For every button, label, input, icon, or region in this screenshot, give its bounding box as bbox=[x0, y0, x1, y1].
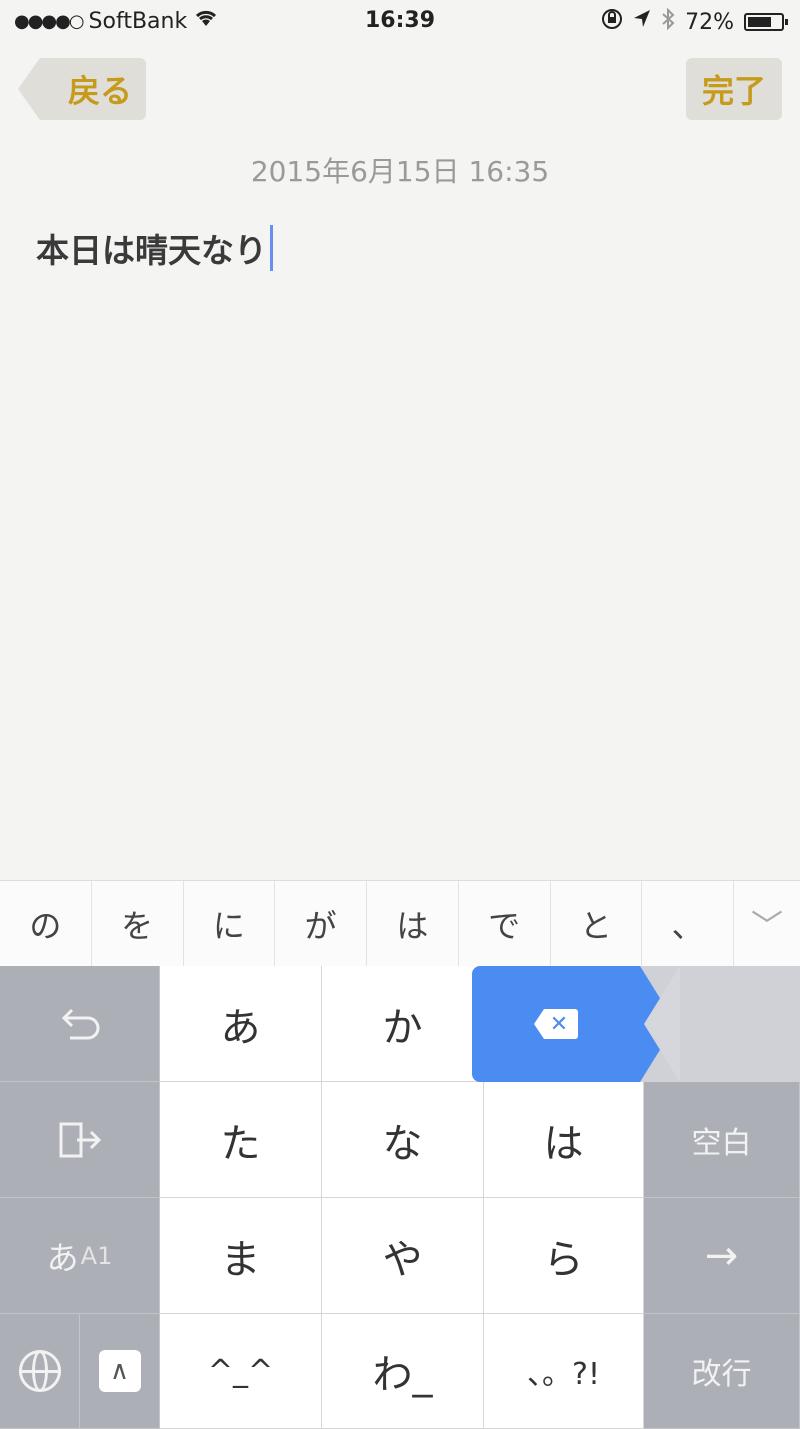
candidate-item[interactable]: で bbox=[459, 881, 551, 967]
delete-flick-indicator bbox=[640, 966, 800, 1082]
battery-fill bbox=[748, 17, 772, 27]
candidate-item[interactable]: は bbox=[367, 881, 459, 967]
candidate-item[interactable]: が bbox=[275, 881, 367, 967]
key-a[interactable]: あ bbox=[160, 966, 322, 1082]
key-kaomoji[interactable]: ^_^ bbox=[160, 1314, 322, 1429]
mode-main-label: あ bbox=[46, 1238, 79, 1277]
key-ra[interactable]: ら bbox=[484, 1198, 644, 1314]
delete-key[interactable]: ✕ bbox=[472, 966, 640, 1082]
delete-icon: ✕ bbox=[534, 1009, 578, 1039]
key-ma[interactable]: ま bbox=[160, 1198, 322, 1314]
key-wa[interactable]: わ_ bbox=[322, 1314, 484, 1429]
rotation-lock-icon bbox=[601, 8, 623, 36]
text-caret bbox=[270, 225, 273, 271]
key-na[interactable]: な bbox=[322, 1082, 484, 1198]
expand-candidates-chevron-icon[interactable]: ﹀ bbox=[734, 881, 800, 967]
exit-arrow-icon bbox=[59, 1122, 101, 1157]
undo-key[interactable] bbox=[0, 966, 160, 1082]
location-icon bbox=[633, 9, 651, 35]
bluetooth-icon bbox=[661, 7, 675, 36]
candidate-item[interactable]: の bbox=[0, 881, 92, 967]
return-key[interactable]: 改行 bbox=[644, 1314, 800, 1429]
globe-icon bbox=[18, 1350, 61, 1392]
cursor-right-key[interactable]: → bbox=[644, 1198, 800, 1314]
done-button[interactable]: 完了 bbox=[686, 58, 782, 120]
candidate-bar: の を に が は で と 、 ﹀ bbox=[0, 880, 800, 967]
kana-keyboard: あ A1 ∧ あ か ✕ た な は 空白 ま や ら → ^_^ わ_ 、。?… bbox=[0, 966, 800, 1429]
battery-icon bbox=[744, 13, 788, 31]
key-ta[interactable]: た bbox=[160, 1082, 322, 1198]
status-bar: ●●●●○ SoftBank 16:39 72% bbox=[0, 0, 800, 44]
emoji-key[interactable]: ∧ bbox=[80, 1314, 160, 1429]
key-ya[interactable]: や bbox=[322, 1198, 484, 1314]
candidate-item[interactable]: を bbox=[92, 881, 184, 967]
candidate-item[interactable]: に bbox=[184, 881, 276, 967]
candidate-item[interactable]: と bbox=[551, 881, 643, 967]
undo-icon bbox=[61, 1008, 99, 1039]
space-key[interactable]: 空白 bbox=[644, 1082, 800, 1198]
back-button[interactable]: 戻る bbox=[18, 58, 146, 120]
input-mode-key[interactable]: あ A1 bbox=[0, 1198, 160, 1314]
note-body-text: 本日は晴天なり bbox=[36, 231, 267, 270]
globe-key[interactable] bbox=[0, 1314, 80, 1429]
emoji-keyboard-icon: ∧ bbox=[98, 1350, 141, 1392]
mode-sub-label: A1 bbox=[80, 1241, 113, 1270]
key-punctuation[interactable]: 、。?! bbox=[484, 1314, 644, 1429]
battery-percent: 72% bbox=[685, 9, 734, 35]
cursor-left-key[interactable] bbox=[0, 1082, 160, 1198]
note-date: 2015年6月15日 16:35 bbox=[250, 155, 550, 188]
note-body-field[interactable]: 本日は晴天なり bbox=[36, 224, 273, 272]
key-ha[interactable]: は bbox=[484, 1082, 644, 1198]
key-ka[interactable]: か bbox=[322, 966, 484, 1082]
candidate-item[interactable]: 、 bbox=[642, 881, 734, 967]
